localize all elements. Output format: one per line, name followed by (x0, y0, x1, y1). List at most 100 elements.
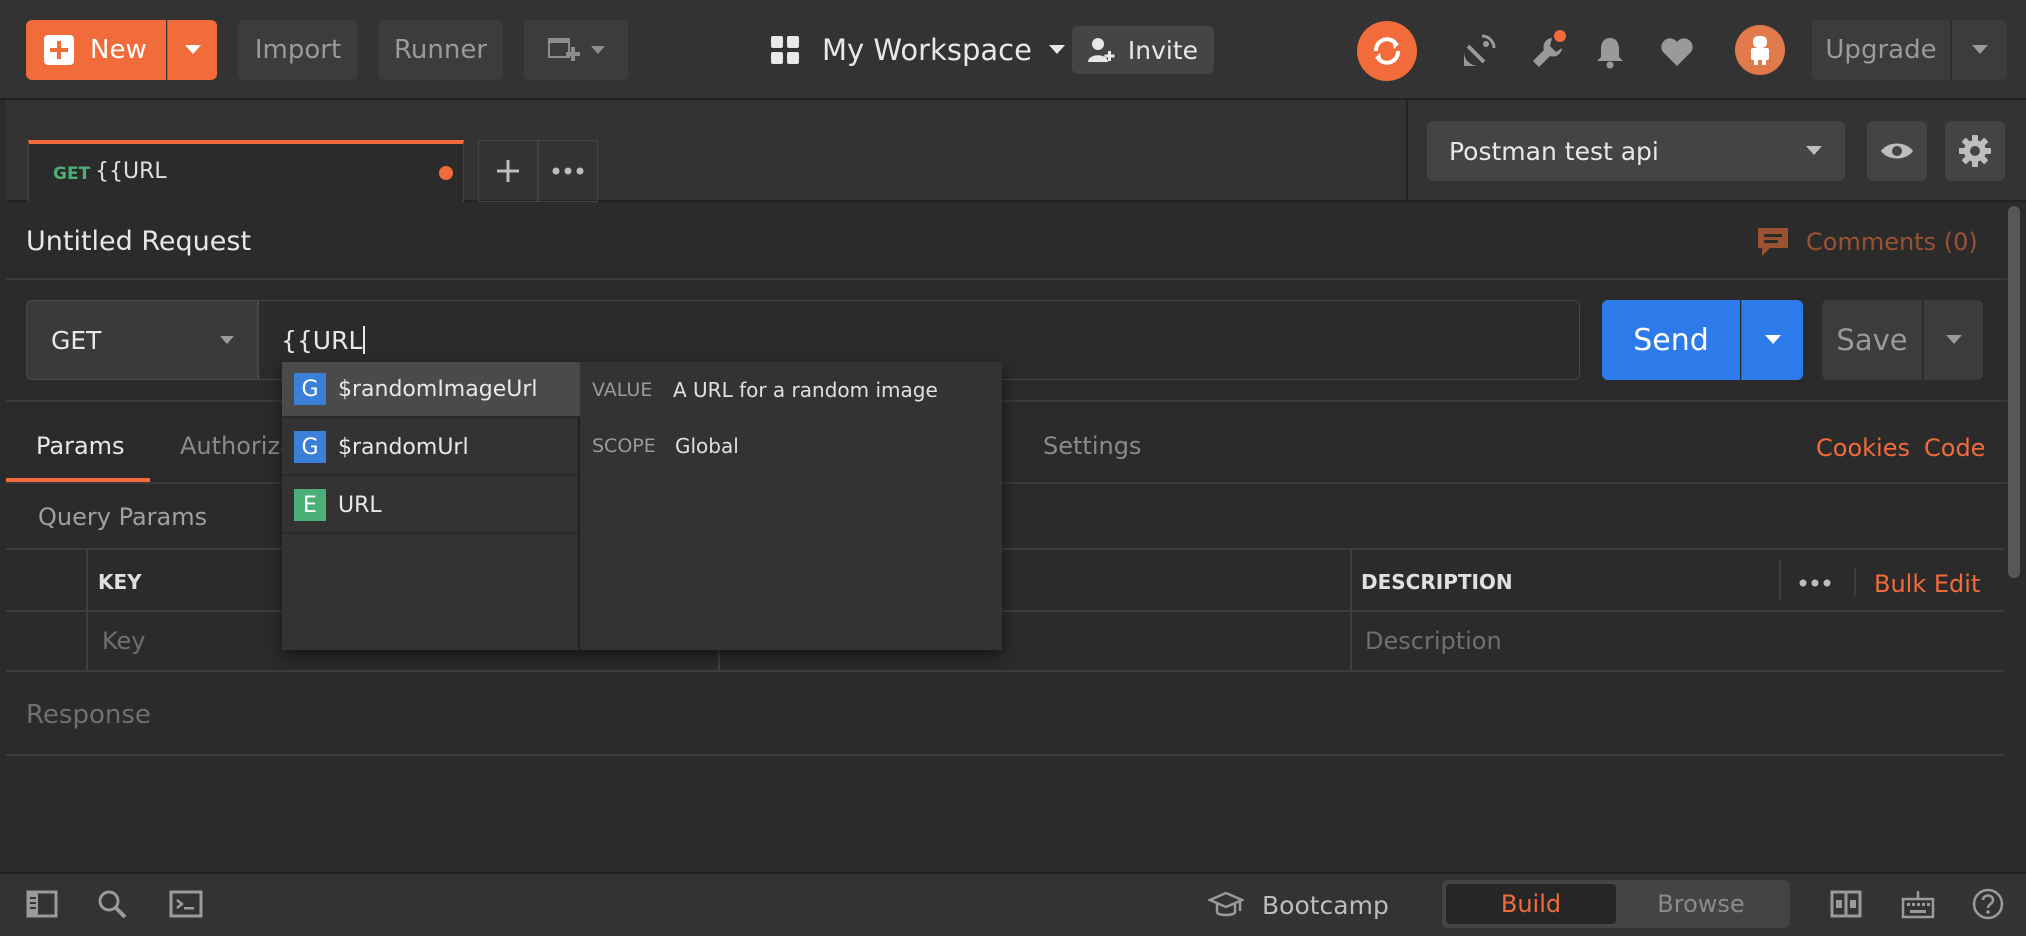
import-button[interactable]: Import (238, 20, 358, 80)
code-link[interactable]: Code (1924, 434, 1985, 462)
manage-environments-button[interactable] (1945, 121, 2005, 181)
two-pane-view-button[interactable] (1826, 884, 1866, 924)
more-horizontal-icon (552, 167, 584, 175)
send-label: Send (1633, 322, 1709, 358)
query-params-title: Query Params (38, 503, 208, 531)
settings-menu-button[interactable] (1526, 30, 1570, 74)
url-input-value: {{URL (281, 325, 363, 355)
comments-button[interactable]: Comments (0) (1756, 222, 1978, 262)
runner-button-label: Runner (393, 35, 488, 65)
detail-scope-text: Global (675, 434, 739, 458)
tab-settings[interactable]: Settings (1043, 432, 1141, 460)
autocomplete-item-label: URL (338, 492, 382, 518)
add-user-icon (1087, 38, 1115, 62)
global-variable-badge: G (294, 373, 326, 405)
column-header-description: DESCRIPTION (1361, 570, 1513, 594)
toggle-sidebar-button[interactable] (22, 884, 62, 924)
bulk-edit-link[interactable]: Bulk Edit (1874, 570, 1980, 598)
upgrade-button[interactable]: Upgrade (1812, 20, 1950, 80)
tab-params-label: Params (36, 432, 125, 460)
keyboard-icon (1901, 891, 1935, 919)
console-icon (169, 890, 203, 918)
request-tab[interactable]: GET {{URL (28, 140, 464, 202)
environment-selected: Postman test api (1449, 136, 1659, 166)
cookies-link[interactable]: Cookies (1816, 434, 1910, 462)
response-header (6, 672, 2003, 756)
sync-button[interactable] (1357, 21, 1417, 81)
autocomplete-item-label: $randomUrl (338, 434, 469, 460)
autocomplete-item[interactable]: G $randomUrl (282, 420, 580, 476)
comment-icon (1758, 228, 1788, 256)
column-options-button[interactable] (1795, 568, 1835, 598)
find-button[interactable] (92, 884, 132, 924)
build-mode-label: Build (1500, 890, 1562, 918)
browse-mode-button[interactable]: Browse (1616, 884, 1786, 924)
request-name[interactable]: Untitled Request (26, 226, 251, 257)
request-name-row (6, 202, 2007, 280)
new-window-button[interactable] (524, 20, 628, 80)
comments-label: Comments (0) (1806, 228, 1978, 256)
bootcamp-button[interactable]: Bootcamp (1208, 884, 1389, 926)
chevron-down-icon (591, 46, 605, 54)
interceptor-button[interactable] (1456, 30, 1500, 74)
avatar[interactable] (1735, 25, 1785, 75)
more-horizontal-icon (1799, 579, 1831, 587)
grid-icon (771, 36, 799, 64)
send-button[interactable]: Send (1602, 300, 1740, 380)
method-selector[interactable]: GET (26, 300, 258, 380)
runner-button[interactable]: Runner (378, 20, 503, 80)
autocomplete-item[interactable]: G $randomImageUrl (282, 362, 580, 418)
request-tab-method: GET (53, 164, 91, 184)
key-input[interactable]: Key (102, 627, 146, 655)
favorite-button[interactable] (1655, 30, 1699, 74)
method-label: GET (51, 325, 102, 355)
chevron-down-icon (1945, 335, 1962, 344)
global-variable-badge: G (294, 431, 326, 463)
chevron-down-icon (220, 336, 234, 344)
upgrade-dropdown-button[interactable] (1951, 20, 2007, 80)
invite-button[interactable]: Invite (1072, 26, 1214, 74)
scrollbar[interactable] (2008, 206, 2020, 578)
autocomplete-item-label: $randomImageUrl (338, 376, 538, 402)
environment-quick-look-button[interactable] (1867, 121, 1927, 181)
send-dropdown-button[interactable] (1741, 300, 1803, 380)
chevron-down-icon (1806, 146, 1822, 155)
column-divider (1854, 568, 1856, 596)
new-button-label: New (90, 35, 147, 65)
environment-variable-badge: E (294, 489, 326, 521)
user-avatar-icon (1751, 36, 1769, 65)
invite-label: Invite (1127, 35, 1199, 65)
tab-options-button[interactable] (538, 140, 598, 202)
description-input[interactable]: Description (1365, 627, 1502, 655)
save-label: Save (1836, 323, 1908, 357)
gear-icon (1959, 135, 1991, 167)
chevron-down-icon (1764, 335, 1781, 344)
build-mode-button[interactable]: Build (1446, 884, 1616, 924)
request-tab-title: {{URL (95, 159, 167, 184)
autocomplete-item[interactable]: E URL (282, 478, 580, 534)
new-button[interactable]: New (26, 20, 166, 80)
workspace-selector[interactable]: My Workspace (770, 24, 1066, 76)
two-pane-icon (1830, 890, 1862, 918)
chevron-down-icon (1971, 45, 1988, 54)
column-divider (86, 550, 88, 672)
tab-authorization[interactable]: Authoriza (180, 432, 295, 460)
tab-params[interactable]: Params (6, 402, 150, 482)
console-button[interactable] (166, 884, 206, 924)
browse-mode-label: Browse (1657, 890, 1745, 918)
unsaved-dot (439, 166, 453, 180)
import-button-label: Import (254, 35, 342, 65)
environment-selector[interactable]: Postman test api (1427, 121, 1845, 181)
new-tab-button[interactable] (478, 140, 538, 202)
new-dropdown-button[interactable] (167, 20, 217, 80)
save-button[interactable]: Save (1822, 300, 1922, 380)
notifications-button[interactable] (1588, 30, 1632, 74)
help-button[interactable] (1968, 884, 2008, 924)
bell-icon (1597, 38, 1623, 69)
detail-scope-key: SCOPE (592, 435, 656, 457)
keyboard-shortcuts-button[interactable] (1898, 884, 1938, 924)
search-icon (98, 890, 127, 919)
column-divider (1350, 550, 1352, 672)
detail-value-text: A URL for a random image (673, 378, 938, 402)
save-dropdown-button[interactable] (1923, 300, 1983, 380)
